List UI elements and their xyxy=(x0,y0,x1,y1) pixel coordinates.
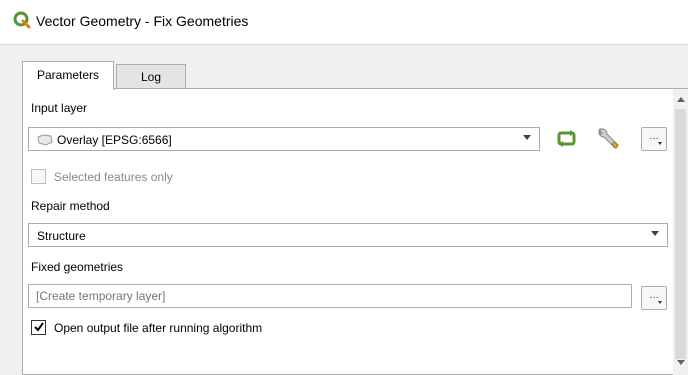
repair-method-select[interactable]: Structure xyxy=(28,223,668,247)
checkmark-icon xyxy=(33,321,45,336)
wrench-icon[interactable] xyxy=(595,125,621,151)
fixed-geometries-label: Fixed geometries xyxy=(31,260,124,274)
input-layer-combo[interactable]: Overlay [EPSG:6566] xyxy=(28,127,540,151)
tab-log[interactable]: Log xyxy=(116,64,186,89)
chevron-down-icon xyxy=(523,135,531,140)
qgis-logo-icon xyxy=(13,11,31,29)
chevron-down-icon xyxy=(658,301,662,304)
selected-features-checkbox[interactable] xyxy=(31,169,46,184)
window-title: Vector Geometry - Fix Geometries xyxy=(36,13,249,29)
scroll-down-icon[interactable] xyxy=(677,360,685,365)
polygon-layer-icon xyxy=(37,134,53,149)
open-output-label: Open output file after running algorithm xyxy=(54,321,263,335)
dialog-window: Vector Geometry - Fix Geometries Paramet… xyxy=(0,0,688,375)
open-output-checkbox[interactable] xyxy=(31,320,46,335)
input-layer-value: Overlay [EPSG:6566] xyxy=(57,133,172,147)
iterate-icon[interactable] xyxy=(556,129,578,149)
selected-features-label: Selected features only xyxy=(54,170,173,184)
parameters-panel: Input layer Overlay [EPSG:6566] … Select… xyxy=(22,88,688,375)
vertical-scrollbar[interactable] xyxy=(673,89,688,375)
input-layer-label: Input layer xyxy=(31,101,88,115)
scroll-up-icon[interactable] xyxy=(677,97,685,102)
chevron-down-icon xyxy=(651,231,659,236)
title-bar: Vector Geometry - Fix Geometries xyxy=(0,0,688,45)
scrollbar-thumb[interactable] xyxy=(675,109,686,359)
repair-method-label: Repair method xyxy=(31,199,110,213)
fixed-geometries-input[interactable] xyxy=(28,284,632,308)
tab-parameters[interactable]: Parameters xyxy=(22,61,114,90)
fixed-geometries-options-button[interactable]: … xyxy=(641,286,667,310)
repair-method-value: Structure xyxy=(37,229,86,243)
chevron-down-icon xyxy=(658,142,662,145)
dots-label: … xyxy=(649,290,659,301)
dots-label: … xyxy=(649,131,659,142)
input-layer-options-button[interactable]: … xyxy=(641,127,667,151)
tab-bar: Parameters Log xyxy=(22,61,322,90)
